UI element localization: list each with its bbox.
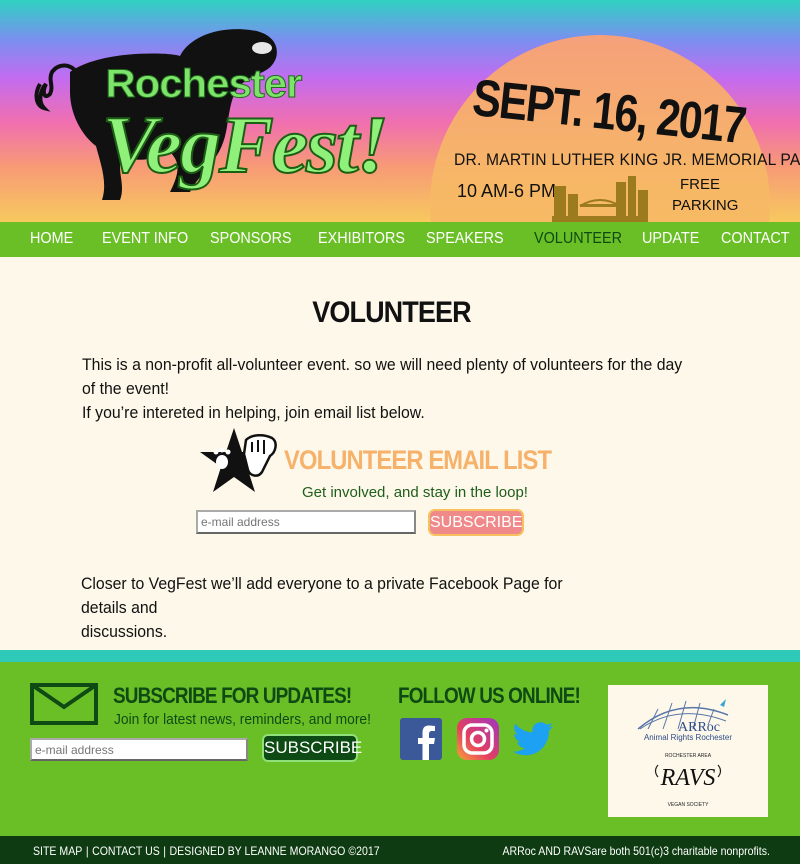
star-fist-icon [200, 428, 277, 492]
page-title: VOLUNTEER [312, 296, 471, 329]
volunteer-subscribe-button[interactable]: SUBSCRIBE [428, 509, 524, 536]
nav-volunteer[interactable]: VOLUNTEER [534, 230, 622, 248]
nav-sponsors[interactable]: SPONSORS [210, 230, 292, 248]
follow-us-title: FOLLOW US ONLINE! [398, 683, 581, 708]
nav-speakers[interactable]: SPEAKERS [426, 230, 504, 248]
intro-text: This is a non-profit all-volunteer event… [82, 355, 683, 422]
event-location: DR. MARTIN LUTHER KING JR. MEMORIAL PARK [454, 150, 800, 169]
arroc-subtitle: Animal Rights Rochester [644, 733, 732, 742]
partner-logos: ARRoc Animal Rights Rochester ROCHESTER … [608, 685, 768, 817]
ravs-name: RAVS [660, 765, 716, 791]
main-nav: HOME EVENT INFO SPONSORS EXHIBITORS SPEA… [0, 222, 800, 257]
volunteer-list-subtitle: Get involved, and stay in the loop! [302, 484, 528, 501]
contact-us-link[interactable]: CONTACT US [92, 844, 160, 858]
designer-credit: DESIGNED BY LEANNE MORANGO ©2017 [169, 844, 380, 858]
nav-event-info[interactable]: EVENT INFO [102, 230, 188, 248]
site-header: Rochester VegFest! SEPT. 16, 2017 DR. MA… [0, 0, 800, 222]
bottom-links: SITE MAP | CONTACT US | DESIGNED BY LEANNE M… [33, 844, 380, 858]
event-hours: 10 AM-6 PM [457, 181, 557, 201]
volunteer-email-input[interactable] [196, 510, 416, 534]
facebook-note-text: Closer to VegFest we’ll add everyone to … [81, 574, 563, 641]
free-parking: FREE PARKING [672, 176, 739, 214]
nav-contact[interactable]: CONTACT [721, 230, 790, 248]
envelope-icon [30, 683, 98, 725]
ravs-bottom: VEGAN SOCIETY [668, 802, 710, 808]
nav-update[interactable]: UPDATE [642, 230, 699, 248]
city-skyline-icon [552, 176, 648, 222]
nav-exhibitors[interactable]: EXHIBITORS [318, 230, 405, 248]
facebook-icon[interactable] [400, 718, 442, 760]
nonprofit-note: ARRoc AND RAVSare both 501(c)3 charitabl… [502, 844, 770, 858]
arroc-ravs-logos[interactable]: ARRoc Animal Rights Rochester ROCHESTER … [608, 685, 768, 817]
ravs-top: ROCHESTER AREA [665, 753, 712, 759]
logo-vegfest: VegFest! [101, 98, 390, 191]
volunteer-list-title: VOLUNTEER EMAIL LIST [284, 445, 552, 475]
instagram-icon[interactable] [457, 718, 499, 760]
bottom-bar: SITE MAP | CONTACT US | DESIGNED BY LEANNE M… [0, 836, 800, 864]
nav-home[interactable]: HOME [30, 230, 73, 248]
site-map-link[interactable]: SITE MAP [33, 844, 82, 858]
twitter-icon[interactable] [513, 718, 555, 760]
footer-subscribe-button[interactable]: SUBSCRIBE [262, 734, 362, 762]
footer-email-input[interactable] [30, 738, 248, 761]
subscribe-updates-text: Join for latest news, reminders, and mor… [114, 711, 371, 728]
subscribe-updates-title: SUBSCRIBE FOR UPDATES! [113, 683, 352, 708]
footer-divider [0, 650, 800, 662]
